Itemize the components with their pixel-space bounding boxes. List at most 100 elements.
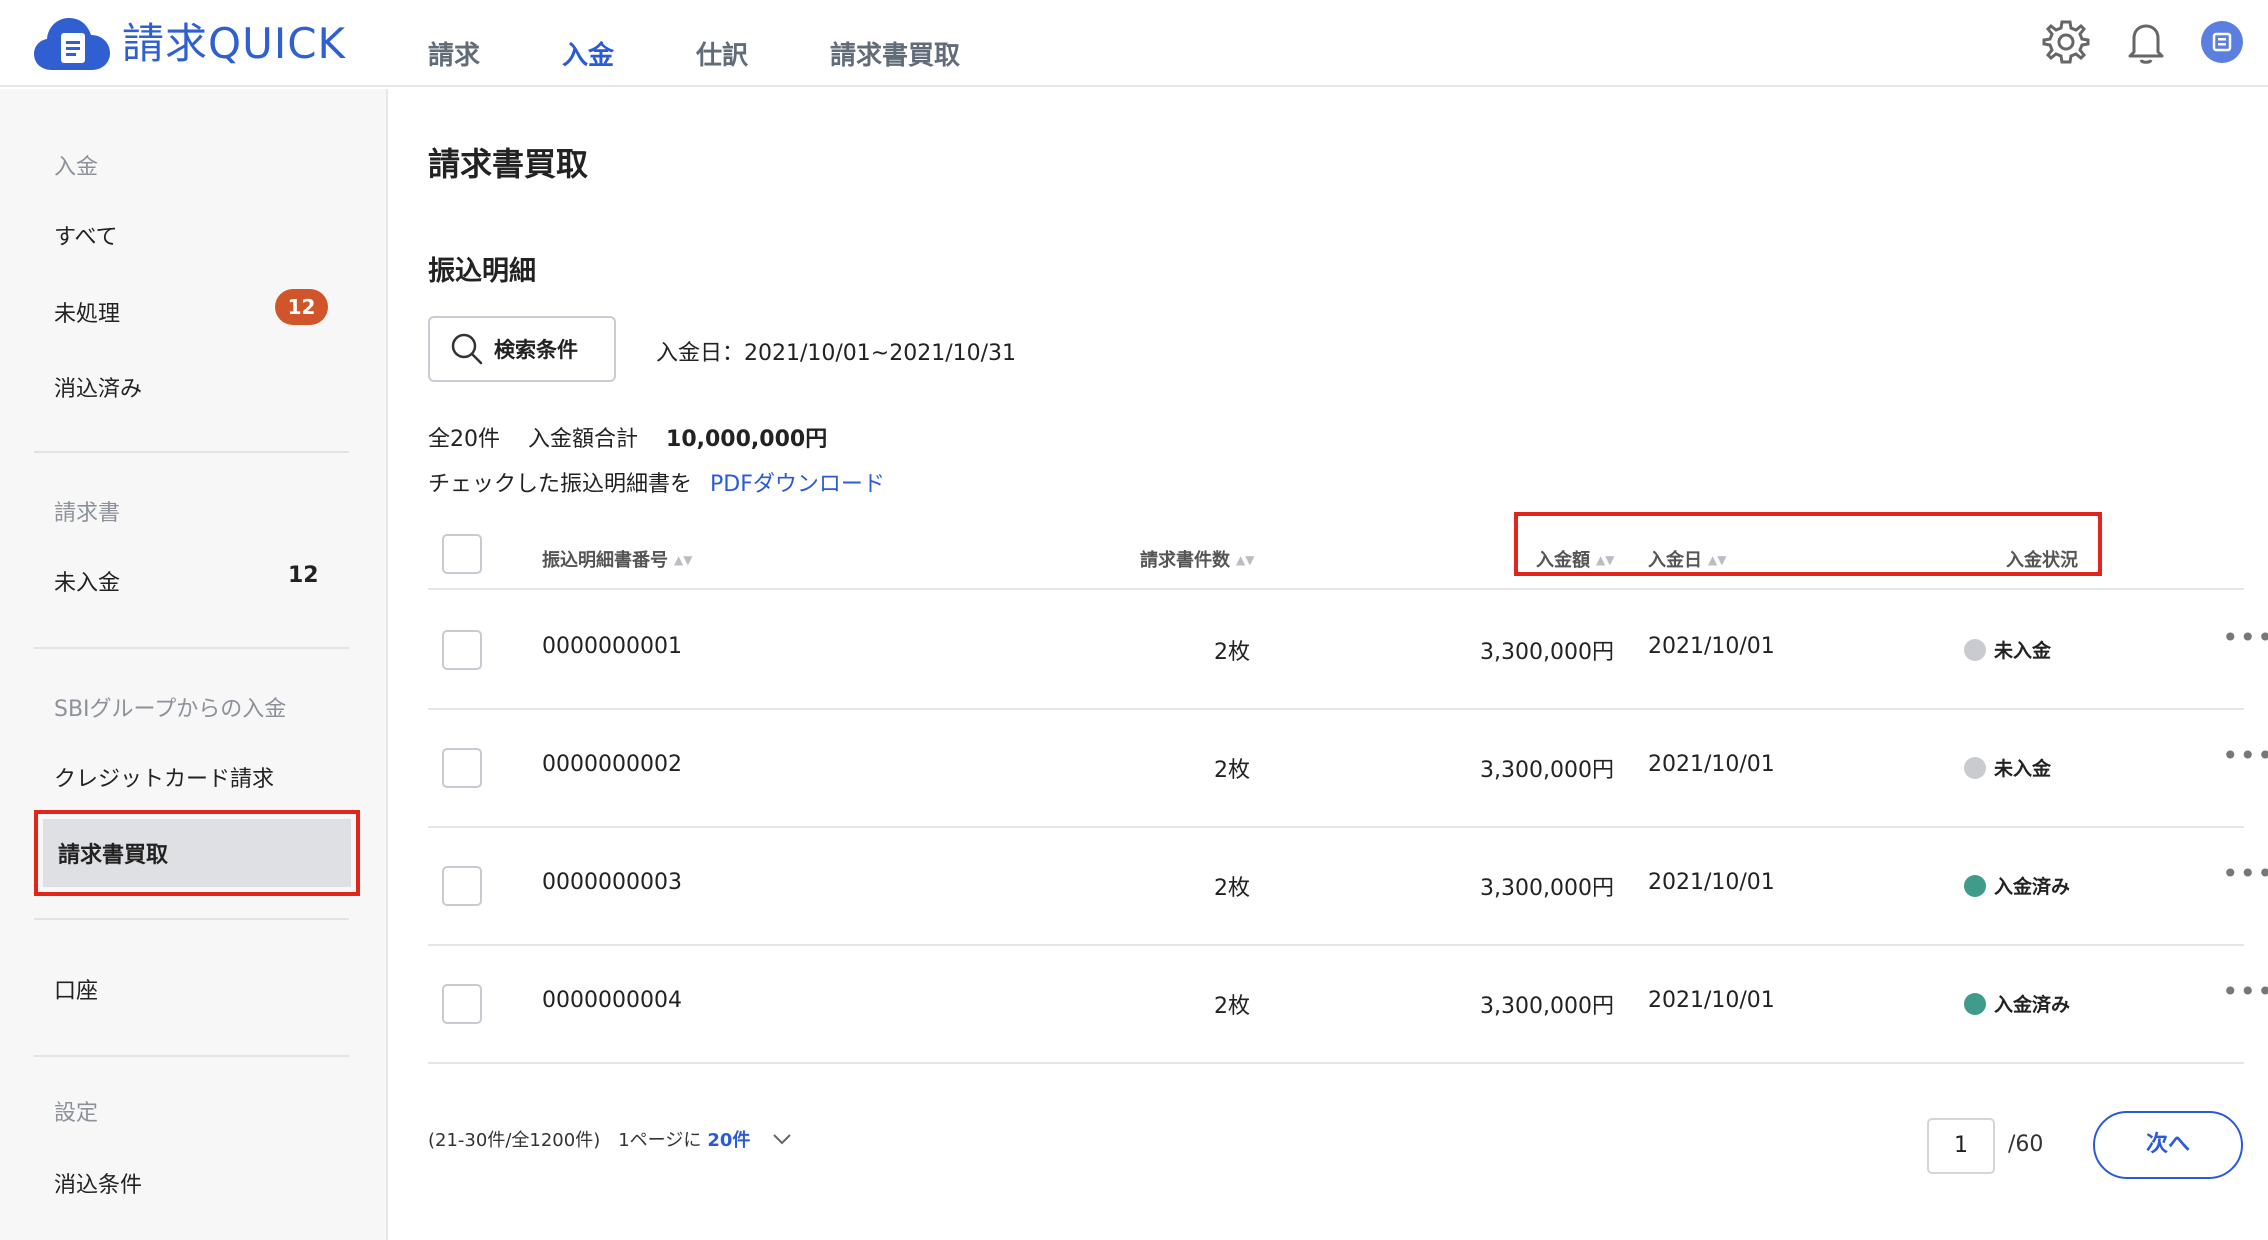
status-badge: 未入金: [1964, 754, 2051, 781]
sidebar-item-unpaid[interactable]: 未入金: [54, 565, 120, 597]
chevron-down-icon[interactable]: [772, 1132, 792, 1146]
sidebar-divider: [34, 1055, 349, 1057]
sidebar-item-all[interactable]: すべて: [54, 219, 118, 251]
sort-icon: ▲▼: [1596, 553, 1615, 567]
invoice-count: 2枚: [1214, 758, 1250, 783]
payment-amount: 3,300,000円: [1480, 994, 1614, 1019]
cloud-document-icon: [34, 18, 110, 70]
more-actions-icon[interactable]: •••: [2222, 860, 2268, 888]
statement-number[interactable]: 0000000002: [542, 752, 682, 777]
invoice-count: 2枚: [1214, 876, 1250, 901]
status-badge: 入金済み: [1964, 990, 2070, 1017]
sidebar-section-sbi: SBIグループからの入金: [54, 697, 287, 722]
pdf-download-line: チェックした振込明細書を PDFダウンロード: [428, 466, 885, 498]
sidebar-divider: [34, 647, 349, 649]
column-header-amount[interactable]: 入金額 ▲▼: [1536, 546, 1614, 572]
row-checkbox[interactable]: [442, 630, 482, 670]
per-page-select[interactable]: 20件: [707, 1126, 750, 1152]
page-total: /60: [2008, 1132, 2044, 1157]
bell-icon[interactable]: [2120, 16, 2172, 68]
sidebar-item-factoring-label: 請求書買取: [43, 819, 351, 887]
sidebar-divider: [34, 451, 349, 453]
status-dot: [1964, 874, 1986, 897]
total-amount-label: 入金額合計: [528, 427, 639, 452]
search-icon: [451, 333, 483, 365]
date-range-filter: 入金日：2021/10/01~2021/10/31: [656, 341, 1017, 366]
row-checkbox[interactable]: [442, 984, 482, 1024]
topnav-journal[interactable]: 仕訳: [696, 36, 748, 76]
gear-icon[interactable]: [2040, 16, 2092, 68]
payment-amount: 3,300,000円: [1480, 758, 1614, 783]
table-row[interactable]: 0000000003 2枚 3,300,000円 2021/10/01 入金済み…: [428, 828, 2268, 946]
unprocessed-count-badge: 12: [275, 289, 328, 325]
table-row[interactable]: 0000000001 2枚 3,300,000円 2021/10/01 未入金 …: [428, 592, 2268, 710]
column-header-invoice-count[interactable]: 請求書件数 ▲▼: [1140, 546, 1254, 572]
pdf-download-link[interactable]: PDFダウンロード: [710, 472, 885, 497]
payment-date: 2021/10/01: [1648, 752, 1775, 777]
sidebar-section-settings: 設定: [54, 1101, 99, 1126]
invoice-count: 2枚: [1214, 640, 1250, 665]
pdf-download-prefix: チェックした振込明細書を: [428, 472, 693, 497]
table-row[interactable]: 0000000002 2枚 3,300,000円 2021/10/01 未入金 …: [428, 710, 2268, 828]
sidebar-section-payments: 入金: [54, 155, 99, 180]
sort-icon: ▲▼: [1236, 553, 1255, 567]
payment-date: 2021/10/01: [1648, 870, 1775, 895]
topnav-billing[interactable]: 請求: [428, 36, 480, 76]
sidebar: 入金 すべて 未処理 12 消込済み 請求書 未入金 12 SBIグループからの…: [0, 89, 388, 1240]
more-actions-icon[interactable]: •••: [2222, 978, 2268, 1006]
table-row[interactable]: 0000000004 2枚 3,300,000円 2021/10/01 入金済み…: [428, 946, 2268, 1064]
status-dot: [1964, 756, 1986, 779]
main-content: 請求書買取 振込明細 検索条件 入金日：2021/10/01~2021/10/3…: [390, 89, 2268, 1240]
status-dot: [1964, 638, 1986, 661]
page-number-input[interactable]: 1: [1927, 1118, 1995, 1174]
row-checkbox[interactable]: [442, 748, 482, 788]
payment-date: 2021/10/01: [1648, 988, 1775, 1013]
total-count: 全20件: [428, 427, 500, 452]
total-amount: 10,000,000円: [666, 427, 828, 452]
top-header: 請求QUICK 請求 入金 仕訳 請求書買取: [0, 0, 2268, 87]
row-checkbox[interactable]: [442, 866, 482, 906]
sidebar-item-clear-conditions[interactable]: 消込条件: [54, 1167, 142, 1199]
app-logo[interactable]: 請求QUICK: [34, 16, 346, 72]
avatar[interactable]: [2196, 16, 2248, 68]
payment-date: 2021/10/01: [1648, 634, 1775, 659]
status-badge: 未入金: [1964, 636, 2051, 663]
status-dot: [1964, 992, 1986, 1015]
totals-summary: 全20件 入金額合計 10,000,000円: [428, 421, 827, 453]
sidebar-item-factoring[interactable]: 請求書買取: [34, 810, 360, 896]
sidebar-item-account[interactable]: 口座: [54, 973, 98, 1005]
payment-amount: 3,300,000円: [1480, 640, 1614, 665]
pagination-summary: (21-30件/全1200件) 1ページに 20件: [428, 1126, 792, 1152]
section-title: 振込明細: [428, 256, 536, 287]
statement-number[interactable]: 0000000004: [542, 988, 682, 1013]
app-name: 請求QUICK: [122, 19, 347, 68]
sort-icon: ▲▼: [1708, 553, 1727, 567]
column-header-number[interactable]: 振込明細書番号 ▲▼: [542, 546, 692, 572]
table-header: 振込明細書番号 ▲▼ 請求書件数 ▲▼ 入金額 ▲▼ 入金日 ▲▼ 入金状況: [428, 512, 2244, 590]
statement-number[interactable]: 0000000003: [542, 870, 682, 895]
select-all-checkbox[interactable]: [442, 534, 482, 574]
top-navigation: 請求 入金 仕訳 請求書買取: [428, 36, 1042, 76]
invoice-count: 2枚: [1214, 994, 1250, 1019]
sidebar-item-cleared[interactable]: 消込済み: [54, 371, 142, 403]
statement-number[interactable]: 0000000001: [542, 634, 682, 659]
pagination-range: (21-30件/全1200件): [428, 1130, 601, 1151]
unpaid-count: 12: [288, 563, 319, 588]
per-page-label: 1ページに: [618, 1130, 702, 1151]
sidebar-section-invoices: 請求書: [54, 501, 121, 526]
search-conditions-label: 検索条件: [494, 338, 578, 362]
more-actions-icon[interactable]: •••: [2222, 742, 2268, 770]
topnav-payments[interactable]: 入金: [562, 36, 614, 76]
next-page-button[interactable]: 次へ: [2093, 1111, 2243, 1179]
payment-amount: 3,300,000円: [1480, 876, 1614, 901]
status-badge: 入金済み: [1964, 872, 2070, 899]
sidebar-item-credit-card[interactable]: クレジットカード請求: [54, 761, 274, 793]
page-title: 請求書買取: [428, 145, 589, 183]
sidebar-item-unprocessed[interactable]: 未処理: [54, 296, 120, 328]
sidebar-divider: [34, 918, 349, 920]
topnav-factoring[interactable]: 請求書買取: [830, 36, 960, 76]
sort-icon: ▲▼: [674, 553, 693, 567]
column-header-date[interactable]: 入金日 ▲▼: [1648, 546, 1726, 572]
more-actions-icon[interactable]: •••: [2222, 624, 2268, 652]
search-conditions-button[interactable]: 検索条件: [428, 316, 616, 382]
